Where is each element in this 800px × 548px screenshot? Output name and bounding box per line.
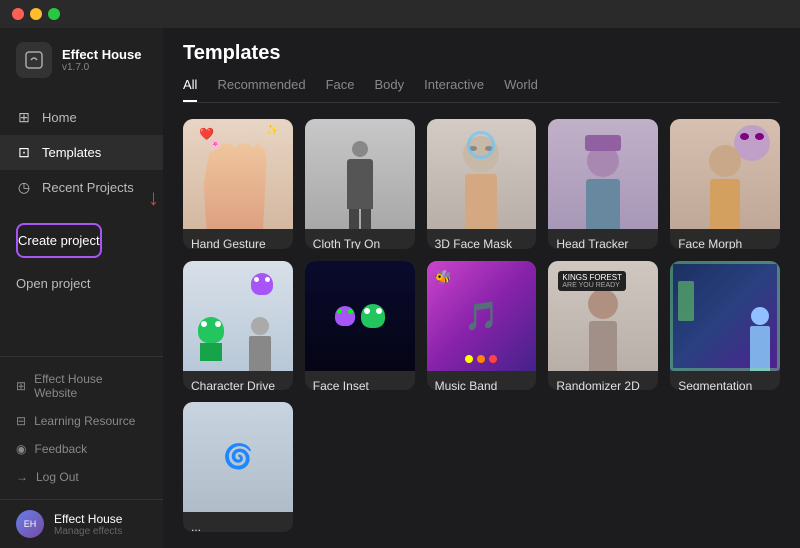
close-button[interactable] (12, 8, 24, 20)
template-image-face-morph (670, 119, 780, 229)
template-name-face-inset: Face Inset (313, 379, 407, 391)
template-name-bottom-1: ... (191, 520, 285, 532)
template-card-segmentation[interactable]: SegmentationBeginner (670, 261, 780, 391)
sidebar-item-logout-label: Log Out (36, 470, 79, 484)
template-name-segmentation: Segmentation (678, 379, 772, 391)
app-logo-icon (16, 42, 52, 78)
profile-subtitle: Manage effects (54, 526, 122, 537)
templates-grid: ❤️ ✨ 🌸 Hand GestureIntermediate Cloth Tr… (163, 103, 800, 548)
sidebar-bottom: ⊞ Effect House Website ⊟ Learning Resour… (0, 356, 163, 499)
template-card-randomizer-2d[interactable]: KINGS FOREST ARE YOU READY Randomizer 2D… (548, 261, 658, 391)
app-version: v1.7.0 (62, 62, 141, 73)
template-image-hand-gesture: ❤️ ✨ 🌸 (183, 119, 293, 229)
template-card-cloth-try-on[interactable]: Cloth Try OnBeginner (305, 119, 415, 249)
sidebar-item-learning[interactable]: ⊟ Learning Resource (0, 407, 163, 435)
template-name-face-morph: Face Morph (678, 237, 772, 249)
sidebar-item-home-label: Home (42, 110, 77, 125)
tab-all[interactable]: All (183, 77, 197, 102)
learning-icon: ⊟ (16, 414, 26, 428)
template-image-bottom-1: 🌀 (183, 402, 293, 512)
template-card-3d-face-mask[interactable]: 3D Face MaskIntermediate (427, 119, 537, 249)
sidebar: Effect House v1.7.0 ⊞ Home ⊡ Templates ◷… (0, 0, 163, 548)
template-image-music-band: 🎵 🐝 (427, 261, 537, 371)
sidebar-logo: Effect House v1.7.0 (0, 28, 163, 92)
sidebar-item-logout[interactable]: → Log Out (0, 463, 163, 491)
template-name-head-tracker: Head Tracker (556, 237, 650, 249)
template-card-bottom-1[interactable]: 🌀 ...Beginner (183, 402, 293, 532)
template-name-character-drive: Character Drive (191, 379, 285, 391)
template-card-head-tracker[interactable]: Head TrackerBeginner (548, 119, 658, 249)
home-icon: ⊞ (16, 109, 32, 126)
sidebar-item-website-label: Effect House Website (34, 372, 147, 400)
minimize-button[interactable] (30, 8, 42, 20)
sidebar-item-feedback-label: Feedback (34, 442, 87, 456)
tab-body[interactable]: Body (375, 77, 405, 102)
tab-face[interactable]: Face (326, 77, 355, 102)
template-name-hand-gesture: Hand Gesture (191, 237, 285, 249)
main-content: Templates All Recommended Face Body Inte… (163, 0, 800, 548)
create-project-button[interactable]: Create project (16, 223, 102, 258)
open-project-button[interactable]: Open project (16, 270, 90, 297)
template-image-head-tracker (548, 119, 658, 229)
sidebar-item-templates-label: Templates (42, 145, 101, 160)
template-image-face-inset (305, 261, 415, 371)
avatar-text: EH (24, 519, 37, 529)
tab-world[interactable]: World (504, 77, 538, 102)
sidebar-item-website[interactable]: ⊞ Effect House Website (0, 365, 163, 407)
profile-name: Effect House (54, 512, 122, 526)
website-icon: ⊞ (16, 379, 26, 393)
template-image-3d-face-mask (427, 119, 537, 229)
feedback-icon: ◉ (16, 442, 26, 456)
template-image-character-drive (183, 261, 293, 371)
template-card-face-inset[interactable]: Face InsetBeginner (305, 261, 415, 391)
titlebar (0, 0, 800, 28)
template-card-music-band[interactable]: 🎵 🐝 Music BandIntermediate (427, 261, 537, 391)
sidebar-item-feedback[interactable]: ◉ Feedback (0, 435, 163, 463)
sidebar-profile[interactable]: EH Effect House Manage effects (0, 499, 163, 548)
sidebar-item-templates[interactable]: ⊡ Templates (0, 135, 163, 170)
template-image-segmentation (670, 261, 780, 371)
templates-icon: ⊡ (16, 144, 32, 161)
sidebar-item-home[interactable]: ⊞ Home (0, 100, 163, 135)
template-name-cloth-try-on: Cloth Try On (313, 237, 407, 249)
app-name: Effect House (62, 47, 141, 62)
filter-tabs: All Recommended Face Body Interactive Wo… (183, 77, 780, 103)
tab-recommended[interactable]: Recommended (217, 77, 305, 102)
sidebar-nav: ⊞ Home ⊡ Templates ◷ Recent Projects Cre… (0, 92, 163, 356)
maximize-button[interactable] (48, 8, 60, 20)
template-name-randomizer-2d: Randomizer 2D (556, 379, 650, 391)
page-title: Templates (183, 42, 780, 65)
avatar: EH (16, 510, 44, 538)
template-image-randomizer-2d: KINGS FOREST ARE YOU READY (548, 261, 658, 371)
tab-interactive[interactable]: Interactive (424, 77, 484, 102)
arrow-indicator: ↓ (148, 185, 159, 211)
template-card-face-morph[interactable]: Face MorphIntermediate (670, 119, 780, 249)
main-header: Templates All Recommended Face Body Inte… (163, 28, 800, 103)
recent-icon: ◷ (16, 179, 32, 196)
template-image-cloth-try-on (305, 119, 415, 229)
logout-icon: → (16, 470, 28, 484)
template-name-3d-face-mask: 3D Face Mask (435, 237, 529, 249)
sidebar-item-learning-label: Learning Resource (34, 414, 135, 428)
sidebar-item-recent[interactable]: ◷ Recent Projects (0, 170, 163, 205)
template-name-music-band: Music Band (435, 379, 529, 391)
sidebar-item-recent-label: Recent Projects (42, 180, 134, 195)
template-card-character-drive[interactable]: Character DriveBeginner (183, 261, 293, 391)
template-card-hand-gesture[interactable]: ❤️ ✨ 🌸 Hand GestureIntermediate (183, 119, 293, 249)
